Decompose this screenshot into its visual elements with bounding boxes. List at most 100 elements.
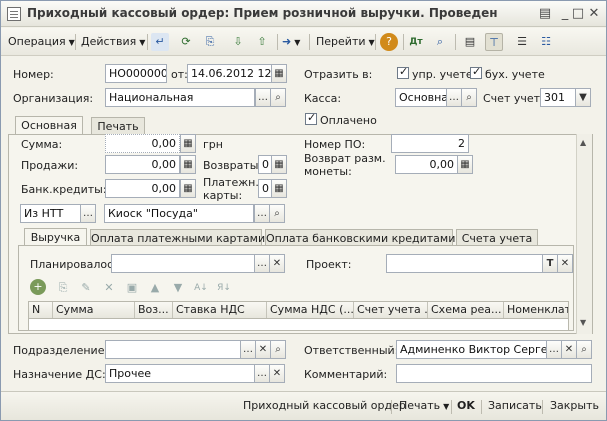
planned-select-button[interactable]: … <box>254 254 270 273</box>
structure-icon[interactable]: ⊤ <box>485 33 503 51</box>
org-field[interactable]: Национальная <box>105 88 255 107</box>
tab-main[interactable]: Основная <box>15 116 83 135</box>
goto-icon-menu[interactable]: ➜ ▼ <box>282 32 300 52</box>
col-vat-rate[interactable]: Ставка НДС <box>173 302 267 318</box>
toolbar: Операция ▼ Действия ▼ ↵ ⟳ ⎘ ⇩ ⇧ ➜ ▼ Перейти… <box>1 28 606 56</box>
cards-calc-icon[interactable]: ▦ <box>271 179 287 198</box>
division-select-button[interactable]: … <box>240 340 256 359</box>
actions-menu[interactable]: Действия ▼ <box>81 32 145 52</box>
add-row-icon[interactable]: + <box>30 279 46 295</box>
list-icon[interactable]: ☰ <box>513 33 531 51</box>
sort-desc-icon[interactable]: Я↓ <box>215 279 233 297</box>
cards-field[interactable]: 0 <box>258 179 272 198</box>
responsible-clear-icon[interactable]: ✕ <box>561 340 577 359</box>
returns-calc-icon[interactable]: ▦ <box>271 155 287 174</box>
menu-icon[interactable]: ▤ <box>536 5 554 23</box>
from-type-field[interactable]: Из НТТ <box>20 204 81 223</box>
kiosk-select-button[interactable]: … <box>254 204 270 223</box>
paid-checkbox[interactable] <box>305 111 317 125</box>
close-form-button[interactable]: Закрыть <box>550 399 599 412</box>
find-icon[interactable]: ⌕ <box>431 33 449 51</box>
kassa-search-icon[interactable]: ⌕ <box>461 88 477 107</box>
dt-kt-icon[interactable]: Дт <box>407 33 425 51</box>
planned-clear-icon[interactable]: ✕ <box>269 254 285 273</box>
ok-button[interactable]: OK <box>457 399 475 412</box>
sales-field[interactable]: 0,00 <box>105 155 180 174</box>
vertical-scrollbar[interactable]: ▲ ▼ <box>576 134 592 334</box>
planned-field[interactable] <box>111 254 255 273</box>
coin-calc-icon[interactable]: ▦ <box>457 155 473 174</box>
responsible-search-icon[interactable]: ⌕ <box>576 340 592 359</box>
project-text-icon[interactable]: T <box>542 254 558 273</box>
kassa-field[interactable]: Основна <box>395 88 447 107</box>
sort-asc-icon[interactable]: A↓ <box>192 279 210 297</box>
end-edit-icon[interactable]: ▣ <box>123 279 141 297</box>
purpose-field[interactable]: Прочее <box>105 364 255 383</box>
grid-body[interactable] <box>28 319 569 331</box>
print-button[interactable]: Печать ▼ <box>399 399 449 412</box>
post-icon[interactable]: ↵ <box>151 33 169 51</box>
bank-calc-icon[interactable]: ▦ <box>180 179 196 198</box>
col-scheme[interactable]: Схема реа... <box>428 302 504 318</box>
account-field[interactable]: 301 <box>540 88 576 107</box>
kiosk-field[interactable]: Киоск "Посуда" <box>104 204 254 223</box>
purpose-select-button[interactable]: … <box>254 364 270 383</box>
col-sum[interactable]: Сумма <box>53 302 135 318</box>
purpose-clear-icon[interactable]: ✕ <box>269 364 285 383</box>
division-clear-icon[interactable]: ✕ <box>255 340 271 359</box>
kiosk-search-icon[interactable]: ⌕ <box>269 204 285 223</box>
project-clear-icon[interactable]: ✕ <box>557 254 573 273</box>
col-n[interactable]: N <box>29 302 53 318</box>
sum-field[interactable]: 0,00 <box>105 134 180 153</box>
save-button[interactable]: Записать <box>488 399 542 412</box>
doc-link[interactable]: Приходный кассовый ордер <box>243 399 406 412</box>
col-nomenclature[interactable]: Номенклат... <box>504 302 568 318</box>
org-search-icon[interactable]: ⌕ <box>270 88 286 107</box>
col-return[interactable]: Воз... <box>135 302 173 318</box>
print-up-icon[interactable]: ⇧ <box>253 33 271 51</box>
sales-calc-icon[interactable]: ▦ <box>180 155 196 174</box>
col-account[interactable]: Счет учета ... <box>354 302 428 318</box>
copy-row-icon[interactable]: ⎘ <box>54 279 72 297</box>
sum-calc-icon[interactable]: ▦ <box>180 134 196 153</box>
account-dropdown-icon[interactable]: ▼ <box>575 88 591 107</box>
upr-checkbox[interactable] <box>397 65 409 79</box>
refresh-icon[interactable]: ⟳ <box>177 33 195 51</box>
coin-field[interactable]: 0,00 <box>395 155 458 174</box>
returns-field[interactable]: 0 <box>258 155 272 174</box>
move-down-icon[interactable]: ▼ <box>169 279 187 297</box>
close-button[interactable]: ✕ <box>585 5 603 23</box>
currency-label: грн <box>203 138 223 151</box>
division-field[interactable] <box>105 340 241 359</box>
edit-row-icon[interactable]: ✎ <box>77 279 95 297</box>
buh-checkbox[interactable] <box>470 65 482 79</box>
comment-field[interactable] <box>396 364 592 383</box>
settings-icon[interactable]: ☷ <box>537 33 555 51</box>
org-select-button[interactable]: … <box>255 88 271 107</box>
sum-label: Сумма: <box>21 138 63 151</box>
bank-field[interactable]: 0,00 <box>105 179 180 198</box>
kassa-select-button[interactable]: … <box>446 88 462 107</box>
command-bar: Приходный кассовый ордер Печать ▼ OK Запи… <box>1 391 606 420</box>
calendar-icon[interactable]: ▦ <box>271 64 287 83</box>
operation-menu[interactable]: Операция ▼ <box>8 32 75 52</box>
move-up-icon[interactable]: ▲ <box>146 279 164 297</box>
help-icon[interactable]: ? <box>380 33 398 51</box>
project-field[interactable] <box>386 254 543 273</box>
from-type-select-button[interactable]: … <box>80 204 96 223</box>
po-field[interactable]: 2 <box>391 134 469 153</box>
scroll-up-icon[interactable]: ▲ <box>580 138 586 147</box>
copy-icon[interactable]: ⎘ <box>201 33 219 51</box>
doc-icon[interactable]: ▤ <box>461 33 479 51</box>
responsible-select-button[interactable]: … <box>546 340 562 359</box>
save-down-icon[interactable]: ⇩ <box>229 33 247 51</box>
date-field[interactable]: 14.06.2012 12:0 <box>187 64 273 83</box>
col-vat-sum[interactable]: Сумма НДС (... <box>267 302 354 318</box>
responsible-field[interactable]: Админенко Виктор Сергееви <box>396 340 547 359</box>
tab-print[interactable]: Печать <box>91 117 145 135</box>
scroll-down-icon[interactable]: ▼ <box>580 318 586 327</box>
delete-row-icon[interactable]: ✕ <box>100 279 118 297</box>
goto-menu[interactable]: Перейти ▼ <box>316 32 375 52</box>
number-field[interactable]: НО0000000 <box>105 64 167 83</box>
division-search-icon[interactable]: ⌕ <box>270 340 286 359</box>
